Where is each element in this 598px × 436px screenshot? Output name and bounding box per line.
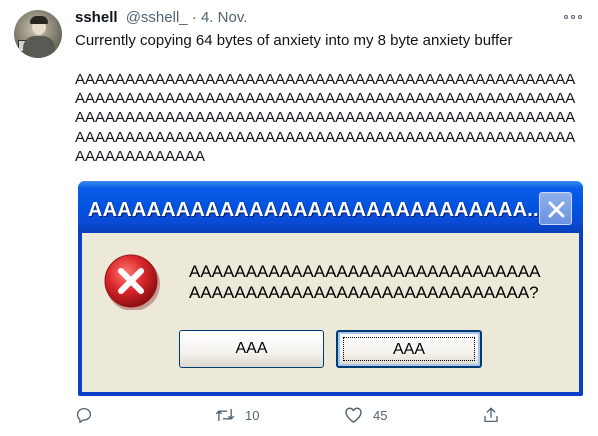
dialog-body: AAAAAAAAAAAAAAAAAAAAAAAAAAAAAAA AAAAAAAA… <box>82 233 579 392</box>
dialog-title: AAAAAAAAAAAAAAAAAAAAAAAAAAAAAA... <box>88 199 545 221</box>
reply-button[interactable] <box>75 404 103 426</box>
close-icon <box>539 192 572 225</box>
retweet-count: 10 <box>245 407 260 423</box>
like-button[interactable]: 45 <box>344 404 387 426</box>
dialog-message: AAAAAAAAAAAAAAAAAAAAAAAAAAAAAAA AAAAAAAA… <box>189 261 541 303</box>
tweet-text: Currently copying 64 bytes of anxiety in… <box>75 32 513 49</box>
dialog-message-line: AAAAAAAAAAAAAAAAAAAAAAAAAAAAAAA <box>189 262 541 281</box>
more-icon[interactable] <box>563 10 585 24</box>
dialog-button-left: AAA <box>179 330 324 368</box>
author-handle[interactable]: @sshell_ <box>126 9 188 26</box>
error-dialog-image[interactable]: AAAAAAAAAAAAAAAAAAAAAAAAAAAAAA... AAAAAA… <box>78 181 583 396</box>
like-count: 45 <box>373 407 388 423</box>
retweet-button[interactable]: 10 <box>215 404 259 426</box>
dialog-message-line: AAAAAAAAAAAAAAAAAAAAAAAAAAAAAA? <box>189 283 539 302</box>
dialog-button-right-label: AAA <box>392 341 425 358</box>
share-icon <box>484 407 498 423</box>
reply-icon <box>76 407 92 423</box>
share-button[interactable] <box>482 404 500 426</box>
avatar[interactable] <box>14 10 62 58</box>
header-separator: · <box>191 9 197 26</box>
dialog-titlebar: AAAAAAAAAAAAAAAAAAAAAAAAAAAAAA... <box>78 181 583 233</box>
tweet-scream-text: AAAAAAAAAAAAAAAAAAAAAAAAAAAAAAAAAAAAAAAA… <box>75 71 576 165</box>
heart-icon <box>345 407 362 423</box>
tweet-actions: 10 45 <box>75 404 585 426</box>
author-name[interactable]: sshell <box>75 9 118 26</box>
retweet-icon <box>215 408 235 422</box>
dialog-button-right: AAA <box>336 330 482 368</box>
tweet-header: sshell @sshell_ · 4. Nov. <box>75 9 247 27</box>
tweet-date[interactable]: 4. Nov. <box>201 9 247 26</box>
error-icon <box>102 252 160 311</box>
